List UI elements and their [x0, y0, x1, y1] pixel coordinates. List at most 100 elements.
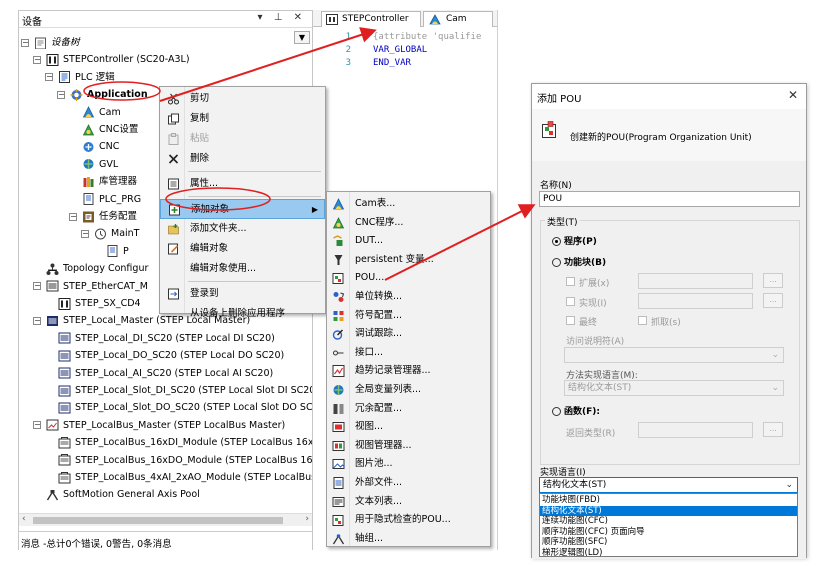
- tree-node[interactable]: STEP_Local_Slot_DO_SC20 (STEP Local Slot…: [45, 399, 312, 416]
- expand-toggle-icon[interactable]: −: [33, 316, 41, 325]
- submenu-item[interactable]: persistent 变量...: [327, 250, 490, 271]
- return-type-input[interactable]: [638, 422, 753, 438]
- context-menu-item[interactable]: 删除: [160, 149, 325, 169]
- context-menu-item[interactable]: 添加文件夹...: [160, 219, 325, 239]
- submenu-item[interactable]: 视图管理器...: [327, 436, 490, 457]
- tree-node[interactable]: − 任务配置: [69, 208, 137, 225]
- program-radio[interactable]: 程序(P): [552, 234, 597, 247]
- tab-stepcontroller[interactable]: STEPController: [321, 11, 421, 27]
- tree-node[interactable]: STEP_Local_AI_SC20 (STEP Local AI SC20): [45, 365, 273, 382]
- expand-toggle-icon[interactable]: −: [45, 73, 53, 82]
- tree-node[interactable]: STEP_Local_DO_SC20 (STEP Local DO SC20): [45, 347, 284, 364]
- final-checkbox[interactable]: [566, 316, 575, 325]
- close-icon[interactable]: ✕: [788, 88, 798, 102]
- expand-toggle-icon[interactable]: −: [33, 421, 41, 430]
- extends-browse-button[interactable]: ...: [763, 273, 783, 288]
- lang-option[interactable]: 结构化文本(ST): [540, 505, 797, 516]
- submenu-item[interactable]: 文本列表...: [327, 492, 490, 513]
- access-select[interactable]: ⌄: [564, 347, 784, 363]
- expand-toggle-icon[interactable]: −: [21, 38, 29, 47]
- lang-option[interactable]: 梯形逻辑图(LD): [540, 548, 797, 559]
- extends-checkbox[interactable]: [566, 277, 575, 286]
- tree-node[interactable]: − MainT: [81, 225, 139, 242]
- context-menu-item[interactable]: 编辑对象使用...: [160, 259, 325, 279]
- context-menu-item[interactable]: 登录到: [160, 284, 325, 304]
- context-menu-item[interactable]: 复制: [160, 109, 325, 129]
- lang-option[interactable]: 功能块图(FBD): [540, 495, 797, 506]
- tree-node[interactable]: GVL: [69, 156, 118, 173]
- fb-radio[interactable]: 功能块(B): [552, 255, 606, 268]
- abstract-checkbox[interactable]: [638, 316, 647, 325]
- submenu-item[interactable]: DUT...: [327, 231, 490, 252]
- tree-node[interactable]: − PLC 逻辑: [45, 69, 115, 86]
- lang-option[interactable]: 顺序功能图(CFC) 页面向导: [540, 527, 797, 538]
- submenu-item[interactable]: CNC程序...: [327, 213, 490, 234]
- submenu-item[interactable]: 用于隐式检查的POU...: [327, 510, 490, 531]
- scroll-thumb[interactable]: [33, 517, 283, 524]
- login-icon: [167, 288, 180, 300]
- impl-lang-select[interactable]: 结构化文本(ST) ⌄: [539, 477, 798, 493]
- context-menu-item[interactable]: 属性...: [160, 174, 325, 194]
- tree-node[interactable]: CNC: [69, 138, 119, 155]
- submenu-item[interactable]: 接口...: [327, 343, 490, 364]
- tree-node[interactable]: Cam: [69, 104, 121, 121]
- context-menu-item[interactable]: 编辑对象: [160, 239, 325, 259]
- submenu-item[interactable]: 单位转换...: [327, 287, 490, 308]
- submenu-item[interactable]: 调试跟踪...: [327, 324, 490, 345]
- tree-node[interactable]: 库管理器: [69, 173, 137, 190]
- tree-node[interactable]: − Application: [57, 86, 148, 103]
- lang-option[interactable]: 连续功能图(CFC): [540, 516, 797, 527]
- tree-node[interactable]: Topology Configur: [33, 260, 148, 277]
- function-radio[interactable]: 函数(F):: [552, 404, 600, 417]
- submenu-item[interactable]: 视图...: [327, 417, 490, 438]
- tree-node[interactable]: P: [93, 243, 129, 260]
- name-input[interactable]: POU: [539, 191, 800, 207]
- implements-browse-button[interactable]: ...: [763, 293, 783, 308]
- tree-node[interactable]: SoftMotion General Axis Pool: [33, 486, 200, 503]
- tree-node[interactable]: − 设备树: [21, 34, 80, 51]
- tree-node-label: STEP_LocalBus_Master (STEP LocalBus Mast…: [63, 419, 286, 431]
- submenu-item[interactable]: 轴组...: [327, 529, 490, 550]
- tree-node[interactable]: CNC设置: [69, 121, 138, 138]
- tree-node[interactable]: − STEP_LocalBus_Master (STEP LocalBus Mas…: [33, 417, 285, 434]
- context-menu-item[interactable]: 剪切: [160, 89, 325, 109]
- tree-node[interactable]: − STEPController (SC20-A3L): [33, 51, 190, 68]
- img-icon: [332, 458, 345, 470]
- expand-toggle-icon[interactable]: −: [69, 212, 77, 221]
- submenu-item[interactable]: 全局变量列表...: [327, 380, 490, 401]
- extends-input[interactable]: [638, 273, 753, 289]
- expand-toggle-icon[interactable]: −: [57, 90, 65, 99]
- return-browse-button[interactable]: ...: [763, 422, 783, 437]
- submenu-item[interactable]: 图片池...: [327, 454, 490, 475]
- tab-cam[interactable]: Cam: [423, 11, 493, 27]
- submenu-item[interactable]: 趋势记录管理器...: [327, 361, 490, 382]
- panel-pin-controls[interactable]: ▾ ⊥ ✕: [258, 12, 306, 23]
- tree-node[interactable]: PLC_PRG: [69, 191, 141, 208]
- context-menu-item[interactable]: 添加对象 ▶: [160, 199, 325, 219]
- submenu-item[interactable]: 冗余配置...: [327, 399, 490, 420]
- expand-toggle-icon[interactable]: −: [81, 229, 89, 238]
- tree-node[interactable]: STEP_LocalBus_16xDI_Module (STEP LocalBu…: [45, 434, 312, 451]
- code-line: 1 {attribute 'qualifie: [313, 31, 482, 44]
- horizontal-scrollbar[interactable]: ‹ ›: [19, 513, 312, 526]
- tree-node[interactable]: STEP_Local_Slot_DI_SC20 (STEP Local Slot…: [45, 382, 312, 399]
- submenu-item[interactable]: POU...: [327, 268, 490, 289]
- context-menu-item[interactable]: 粘贴: [160, 129, 325, 149]
- lang-option[interactable]: 顺序功能图(SFC): [540, 537, 797, 548]
- submenu-item[interactable]: Cam表...: [327, 194, 490, 215]
- expand-toggle-icon[interactable]: −: [33, 282, 41, 291]
- tree-node[interactable]: STEP_LocalBus_16xDO_Module (STEP LocalBu…: [45, 452, 312, 469]
- submenu-item[interactable]: 外部文件...: [327, 473, 490, 494]
- expand-toggle-icon[interactable]: −: [33, 55, 41, 64]
- submenu-item[interactable]: 符号配置...: [327, 306, 490, 327]
- context-menu-item[interactable]: 从设备上删除应用程序: [160, 304, 325, 324]
- scroll-right-icon[interactable]: ›: [305, 514, 309, 524]
- tree-node[interactable]: STEP_Local_DI_SC20 (STEP Local DI SC20): [45, 330, 275, 347]
- tree-node[interactable]: STEP_SX_CD4: [45, 295, 141, 312]
- implements-checkbox[interactable]: [566, 297, 575, 306]
- implements-input[interactable]: [638, 293, 753, 309]
- scroll-left-icon[interactable]: ‹: [22, 514, 26, 524]
- tree-node[interactable]: − STEP_EtherCAT_M: [33, 278, 148, 295]
- tree-node[interactable]: STEP_LocalBus_4xAI_2xAO_Module (STEP Loc…: [45, 469, 312, 486]
- method-lang-select[interactable]: 结构化文本(ST) ⌄: [564, 380, 784, 396]
